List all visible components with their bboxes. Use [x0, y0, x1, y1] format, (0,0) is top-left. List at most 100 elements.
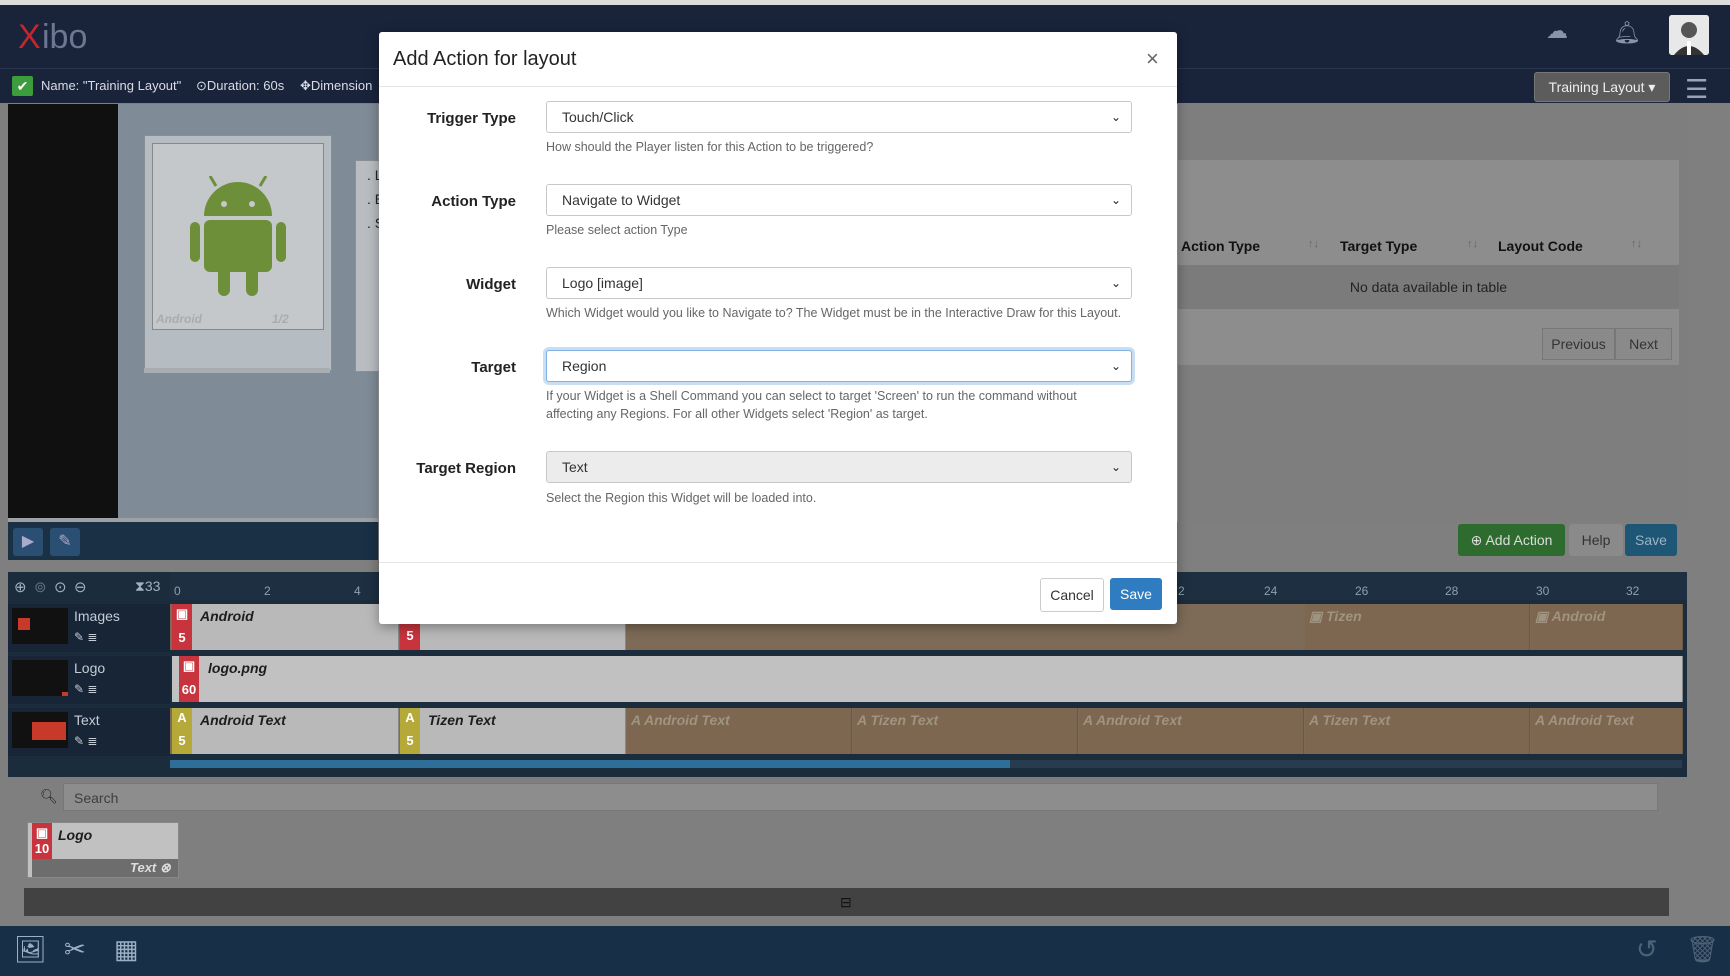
text-icon: A	[631, 712, 644, 728]
action-type-select[interactable]: Navigate to Widget ⌄	[546, 184, 1132, 216]
modal-divider	[379, 86, 1177, 87]
layout-duration: ⊙Duration: 60s	[196, 78, 284, 94]
save-actions-button[interactable]: Save	[1625, 524, 1677, 556]
cloud-icon[interactable]: ☁	[1546, 18, 1568, 44]
target-label: Target	[471, 359, 516, 376]
widget-name: A Android Text	[631, 712, 730, 728]
layout-select-dropdown[interactable]: Training Layout ▾	[1534, 72, 1670, 102]
widgets-grid-icon[interactable]: ▦	[114, 934, 139, 965]
cancel-button[interactable]: Cancel	[1040, 578, 1104, 612]
play-preview-icon[interactable]: ▶	[13, 528, 43, 556]
widget-name: A Android Text	[1083, 712, 1182, 728]
timeline-row-logo[interactable]: Logo ✎ ≣	[8, 656, 170, 704]
widget-tizen-text-dim[interactable]: A Tizen Text	[1305, 708, 1530, 754]
zoom-reset-icon[interactable]: ⊚	[34, 578, 47, 596]
media-library-icon[interactable]: 🖼︎	[14, 934, 47, 965]
library-search-input[interactable]: Search	[63, 783, 1658, 811]
logo-rest: ibo	[42, 18, 88, 56]
trigger-type-help: How should the Player listen for this Ac…	[546, 140, 874, 154]
widget-tizen-text[interactable]: A5 Tizen Text	[400, 708, 626, 754]
undo-icon[interactable]: ↺	[1636, 934, 1658, 965]
trigger-type-select[interactable]: Touch/Click ⌄	[546, 101, 1132, 133]
library-item-logo[interactable]: ▣ 10 Logo Text ⊗	[27, 822, 179, 878]
image-badge: ▣ 60	[179, 656, 199, 702]
col-action-type[interactable]: Action Type	[1181, 238, 1260, 254]
row-name: Logo	[74, 660, 106, 676]
avatar[interactable]	[1669, 15, 1709, 55]
widget-tizen-text-dim[interactable]: A Tizen Text	[853, 708, 1078, 754]
widget-android-image-2[interactable]: ▣ Android	[1531, 604, 1683, 650]
widget-android-text[interactable]: A5 Android Text	[172, 708, 399, 754]
row-name: Images	[74, 608, 120, 624]
tools-icon[interactable]: ✂	[64, 934, 86, 965]
widget-help: Which Widget would you like to Navigate …	[546, 306, 1122, 320]
zoom-level-text: 33	[144, 578, 161, 594]
zoom-out-icon[interactable]: ⊖	[74, 578, 87, 596]
ruler-tick: 28	[1445, 584, 1459, 598]
target-select[interactable]: Region ⌄	[546, 350, 1132, 382]
widget-name: logo.png	[208, 660, 268, 676]
ruler-tick: 2	[264, 584, 271, 598]
timeline-scrollbar-thumb[interactable]	[170, 760, 1010, 768]
zoom-fit-icon[interactable]: ⊙	[54, 578, 67, 596]
edit-list-icon[interactable]: ✎ ≣	[74, 682, 97, 696]
library-item-region: Text ⊗	[130, 860, 171, 875]
next-page-button[interactable]: Next	[1615, 328, 1672, 360]
widget-tizen-image[interactable]: ▣ Tizen	[1305, 604, 1530, 650]
target-help-line: If your Widget is a Shell Command you ca…	[546, 389, 1077, 403]
ruler-tick: 26	[1355, 584, 1369, 598]
widget-select[interactable]: Logo [image] ⌄	[546, 267, 1132, 299]
col-target-type[interactable]: Target Type	[1340, 238, 1417, 254]
sort-icon[interactable]: ↑↓	[1467, 238, 1478, 250]
android-robot-icon	[190, 176, 286, 296]
widget-name: Tizen Text	[428, 712, 496, 728]
chevron-down-icon: ⌄	[1110, 359, 1121, 373]
ruler-tick: 0	[174, 584, 181, 598]
text-icon: A	[1309, 712, 1323, 728]
sort-icon[interactable]: ↑↓	[1308, 238, 1319, 250]
save-button[interactable]: Save	[1110, 578, 1162, 610]
image-icon: ▣	[1309, 608, 1327, 624]
empty-table-message: No data available in table	[1349, 279, 1508, 295]
region-thumbnail	[12, 660, 68, 696]
timeline-row-text[interactable]: Text ✎ ≣	[8, 708, 170, 756]
widget-value: Logo [image]	[562, 275, 643, 291]
modal-footer-divider	[379, 562, 1177, 563]
inbox-icon[interactable]: ⊟	[840, 894, 852, 911]
logo-x: X	[18, 18, 41, 56]
edit-list-icon[interactable]: ✎ ≣	[74, 734, 97, 748]
edit-icon[interactable]: ✎	[50, 528, 80, 556]
col-layout-code[interactable]: Layout Code	[1498, 238, 1583, 254]
ruler-tick: 32	[1626, 584, 1640, 598]
plus-circle-icon: ⊕	[1470, 532, 1486, 548]
zoom-in-icon[interactable]: ⊕	[14, 578, 27, 596]
region-frame-bottom	[144, 368, 330, 373]
widget-name: Android	[200, 608, 254, 624]
action-type-value: Navigate to Widget	[562, 192, 681, 208]
bell-icon[interactable]: 🔔︎	[1613, 20, 1641, 46]
text-icon: A	[1535, 712, 1548, 728]
sort-icon[interactable]: ↑↓	[1631, 238, 1642, 250]
widget-android-text-dim[interactable]: A Android Text	[627, 708, 852, 754]
target-region-select[interactable]: Text ⌄	[546, 451, 1132, 483]
widget-logo-png[interactable]: ▣ 60 logo.png	[172, 656, 1683, 702]
widget-name: Android Text	[200, 712, 286, 728]
widget-android-image[interactable]: ▣ 5 Android	[172, 604, 399, 650]
edit-list-icon[interactable]: ✎ ≣	[74, 630, 97, 644]
trash-icon[interactable]: 🗑︎	[1686, 934, 1719, 965]
layout-dimensions-text: Dimension	[310, 78, 373, 93]
close-icon[interactable]: ×	[1146, 46, 1159, 72]
previous-page-button[interactable]: Previous	[1542, 328, 1615, 360]
target-help: If your Widget is a Shell Command you ca…	[546, 387, 1146, 423]
timeline-row-images[interactable]: Images ✎ ≣	[8, 604, 170, 652]
widget-android-text-dim[interactable]: A Android Text	[1531, 708, 1683, 754]
add-action-button[interactable]: ⊕ Add Action	[1458, 524, 1565, 556]
help-button[interactable]: Help	[1569, 524, 1623, 556]
ruler-tick: 24	[1264, 584, 1278, 598]
target-value: Region	[562, 358, 607, 374]
hamburger-menu-icon[interactable]: ☰	[1685, 74, 1708, 105]
widget-android-text-dim[interactable]: A Android Text	[1079, 708, 1304, 754]
clock-icon: ⊙	[196, 78, 207, 93]
layout-name: Name: "Training Layout"	[41, 78, 182, 93]
xibo-logo[interactable]: X	[18, 18, 41, 57]
